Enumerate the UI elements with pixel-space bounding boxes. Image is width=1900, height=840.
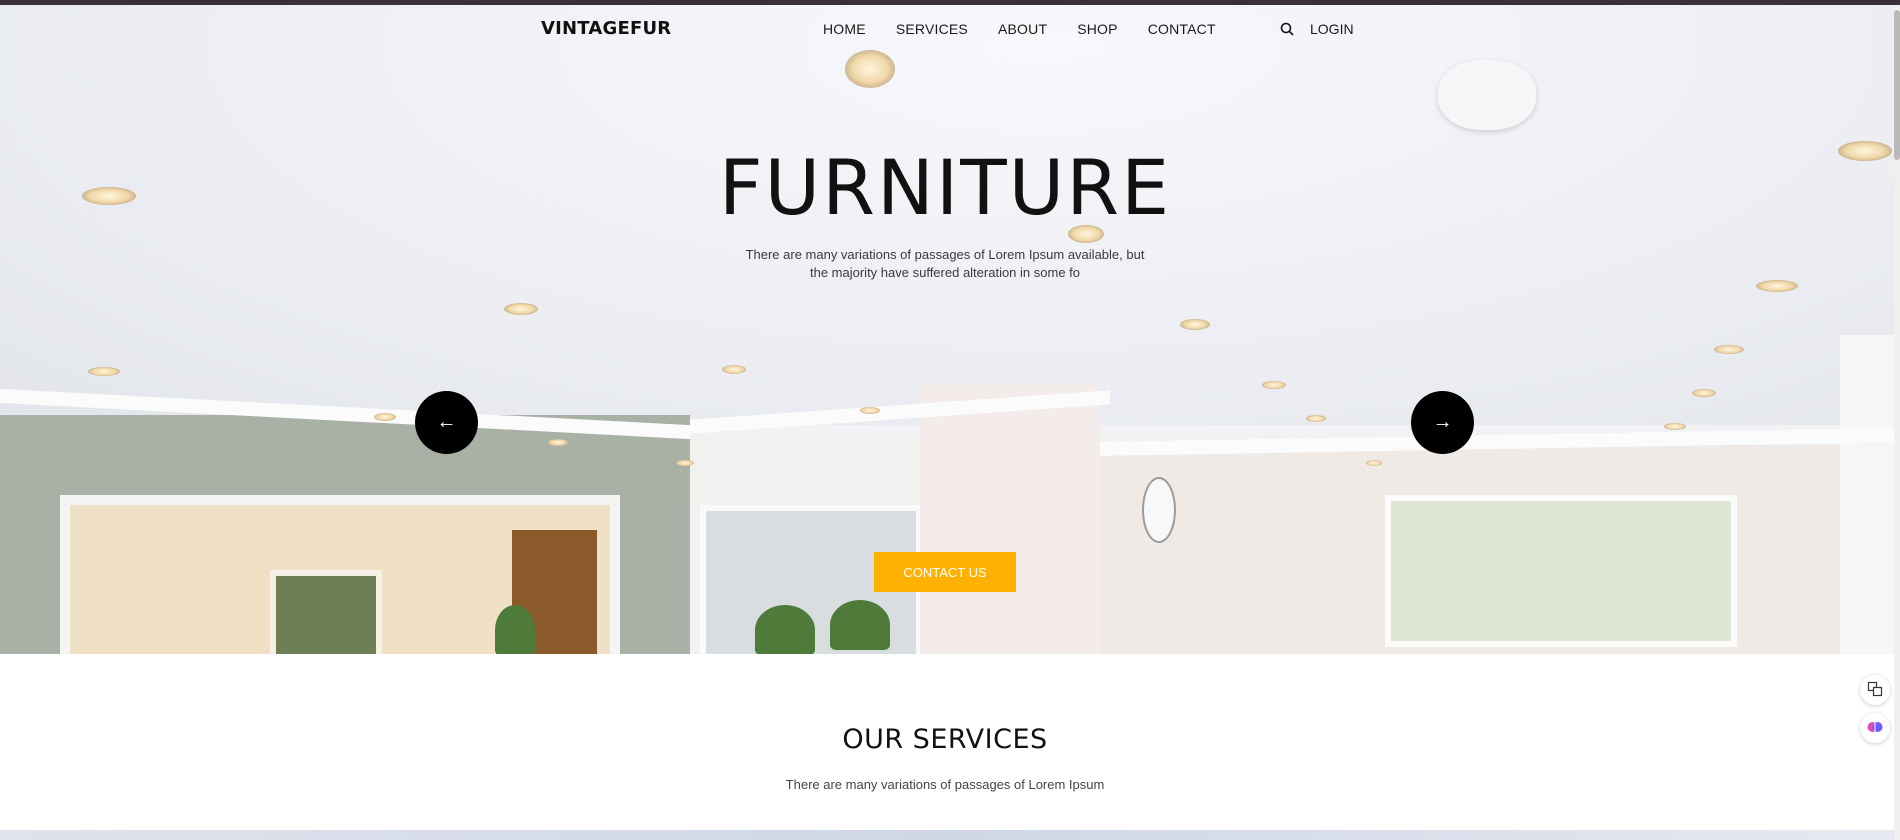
hero-subtitle: There are many variations of passages of… — [745, 247, 1145, 280]
nav-link-contact[interactable]: CONTACT — [1148, 21, 1216, 37]
ceiling-light — [722, 365, 746, 374]
contact-us-button[interactable]: CONTACT US — [874, 552, 1016, 592]
arrow-left-icon: ← — [436, 411, 457, 433]
next-section-edge — [0, 830, 1894, 840]
hero-wall-clock — [1142, 477, 1176, 543]
ceiling-light — [1756, 280, 1798, 292]
scrollbar-thumb[interactable] — [1894, 10, 1900, 160]
search-icon[interactable] — [1280, 22, 1294, 36]
ceiling-light — [1664, 423, 1686, 430]
ceiling-light — [88, 367, 120, 376]
ceiling-light — [1366, 460, 1382, 466]
ceiling-light — [676, 460, 694, 466]
ceiling-light — [1714, 345, 1744, 354]
hero-ceiling-device — [1438, 60, 1536, 130]
hero-banner: FURNITURE There are many variations of p… — [0, 5, 1894, 654]
brain-icon — [1866, 718, 1884, 739]
ceiling-light — [548, 439, 568, 446]
nav-link-home[interactable]: HOME — [823, 21, 866, 37]
main-menu: HOME SERVICES ABOUT SHOP CONTACT — [823, 21, 1216, 37]
top-navigation: VINTAGEFUR HOME SERVICES ABOUT SHOP CONT… — [0, 18, 1894, 44]
hero-pillar — [920, 385, 1100, 654]
arrow-right-icon: → — [1432, 411, 1453, 433]
nav-link-about[interactable]: ABOUT — [998, 21, 1047, 37]
ceiling-light — [504, 303, 538, 315]
ai-assistant-widget-button[interactable] — [1860, 713, 1890, 743]
nav-link-services[interactable]: SERVICES — [896, 21, 968, 37]
hero-plant — [830, 600, 890, 650]
hero-plant — [495, 605, 535, 654]
login-link[interactable]: LOGIN — [1310, 21, 1354, 37]
services-subtitle: There are many variations of passages of… — [785, 777, 1105, 792]
carousel-next-button[interactable]: → — [1411, 391, 1474, 454]
ceiling-light — [1692, 389, 1716, 397]
ceiling-light — [845, 50, 895, 88]
hero-kitchen-cabinet — [1840, 335, 1894, 654]
hero-painting — [270, 570, 382, 654]
hero-plant — [755, 605, 815, 654]
nav-link-shop[interactable]: SHOP — [1077, 21, 1117, 37]
services-title: OUR SERVICES — [842, 724, 1048, 755]
hero-title: FURNITURE — [718, 143, 1172, 232]
translate-widget-button[interactable] — [1860, 675, 1890, 705]
brand-logo[interactable]: VINTAGEFUR — [541, 18, 671, 39]
ceiling-light — [1262, 381, 1286, 389]
carousel-prev-button[interactable]: ← — [415, 391, 478, 454]
hero-windows-right — [1385, 495, 1737, 647]
ceiling-light — [1180, 319, 1210, 330]
translate-icon — [1867, 681, 1883, 700]
ceiling-light — [860, 407, 880, 414]
ceiling-light — [1306, 415, 1326, 422]
ceiling-light — [374, 413, 396, 421]
